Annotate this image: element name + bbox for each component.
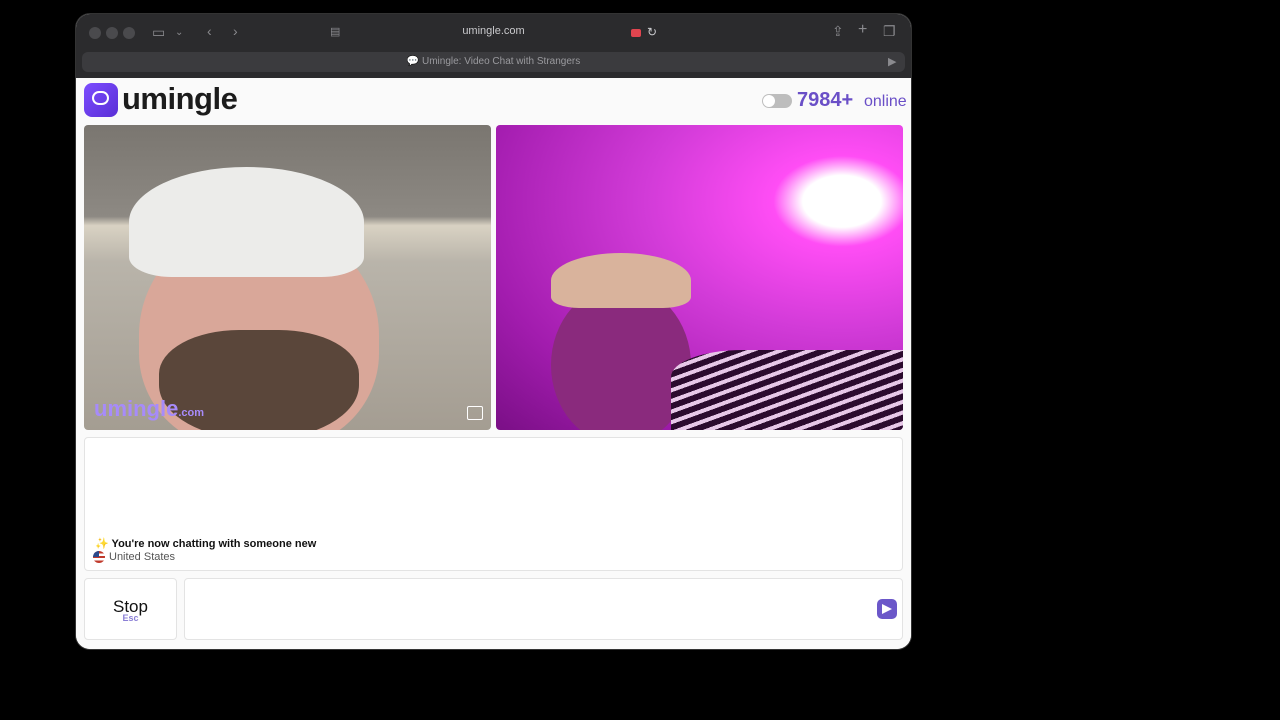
video-cap	[129, 167, 364, 277]
browser-window: ▭ ⌄ ‹ › ▤ umingle.com ↻ ⇪ + ❐ 💬 Umingle:…	[76, 14, 911, 649]
stranger-country: United States	[93, 551, 175, 563]
watermark-suffix: .com	[178, 407, 205, 419]
report-flag-icon[interactable]	[467, 406, 483, 420]
self-video	[496, 125, 903, 430]
online-toggle[interactable]	[762, 94, 792, 108]
video-shirt	[671, 350, 903, 430]
video-watermark: umingle.com	[94, 396, 204, 422]
page-content: umingle 7984+ online umingle.com ✨ You'r…	[76, 78, 911, 649]
video-headwrap	[551, 253, 691, 308]
us-flag-icon	[93, 551, 105, 563]
share-icon[interactable]: ⇪	[832, 24, 844, 38]
send-arrow	[882, 604, 892, 614]
toggle-knob	[763, 95, 775, 107]
stranger-video: umingle.com	[84, 125, 491, 430]
watermark-main: umingle	[94, 396, 179, 421]
stop-button[interactable]: Stop Esc	[84, 578, 177, 640]
tab-title: Umingle: Video Chat with Strangers	[422, 56, 581, 67]
country-label: United States	[109, 551, 176, 563]
chat-log[interactable]: ✨ You're now chatting with someone new U…	[84, 437, 903, 571]
reload-icon[interactable]: ↻	[647, 25, 657, 39]
tab-overview-icon[interactable]: ❐	[883, 24, 896, 38]
logo-icon[interactable]	[84, 83, 118, 117]
system-message: ✨ You're now chatting with someone new	[95, 538, 317, 550]
message-input[interactable]	[184, 578, 903, 640]
video-camera-icon: ▶	[888, 56, 897, 68]
chat-bubble-icon	[92, 91, 109, 105]
address-bar[interactable]: umingle.com	[76, 25, 911, 37]
tab-active[interactable]: 💬 Umingle: Video Chat with Strangers	[82, 56, 905, 67]
online-count: 7984+	[797, 89, 854, 111]
send-icon[interactable]	[877, 599, 897, 619]
new-tab-icon[interactable]: +	[858, 22, 867, 38]
browser-toolbar: ▭ ⌄ ‹ › ▤ umingle.com ↻ ⇪ + ❐ 💬 Umingle:…	[76, 14, 911, 78]
chat-bubble-icon: 💬	[406, 56, 422, 67]
tab-bar: 💬 Umingle: Video Chat with Strangers ▶	[82, 52, 905, 72]
online-label: online	[864, 93, 907, 110]
logo-text[interactable]: umingle	[122, 81, 238, 117]
camera-recording-icon[interactable]	[631, 29, 641, 37]
esc-shortcut-label: Esc	[122, 613, 139, 623]
